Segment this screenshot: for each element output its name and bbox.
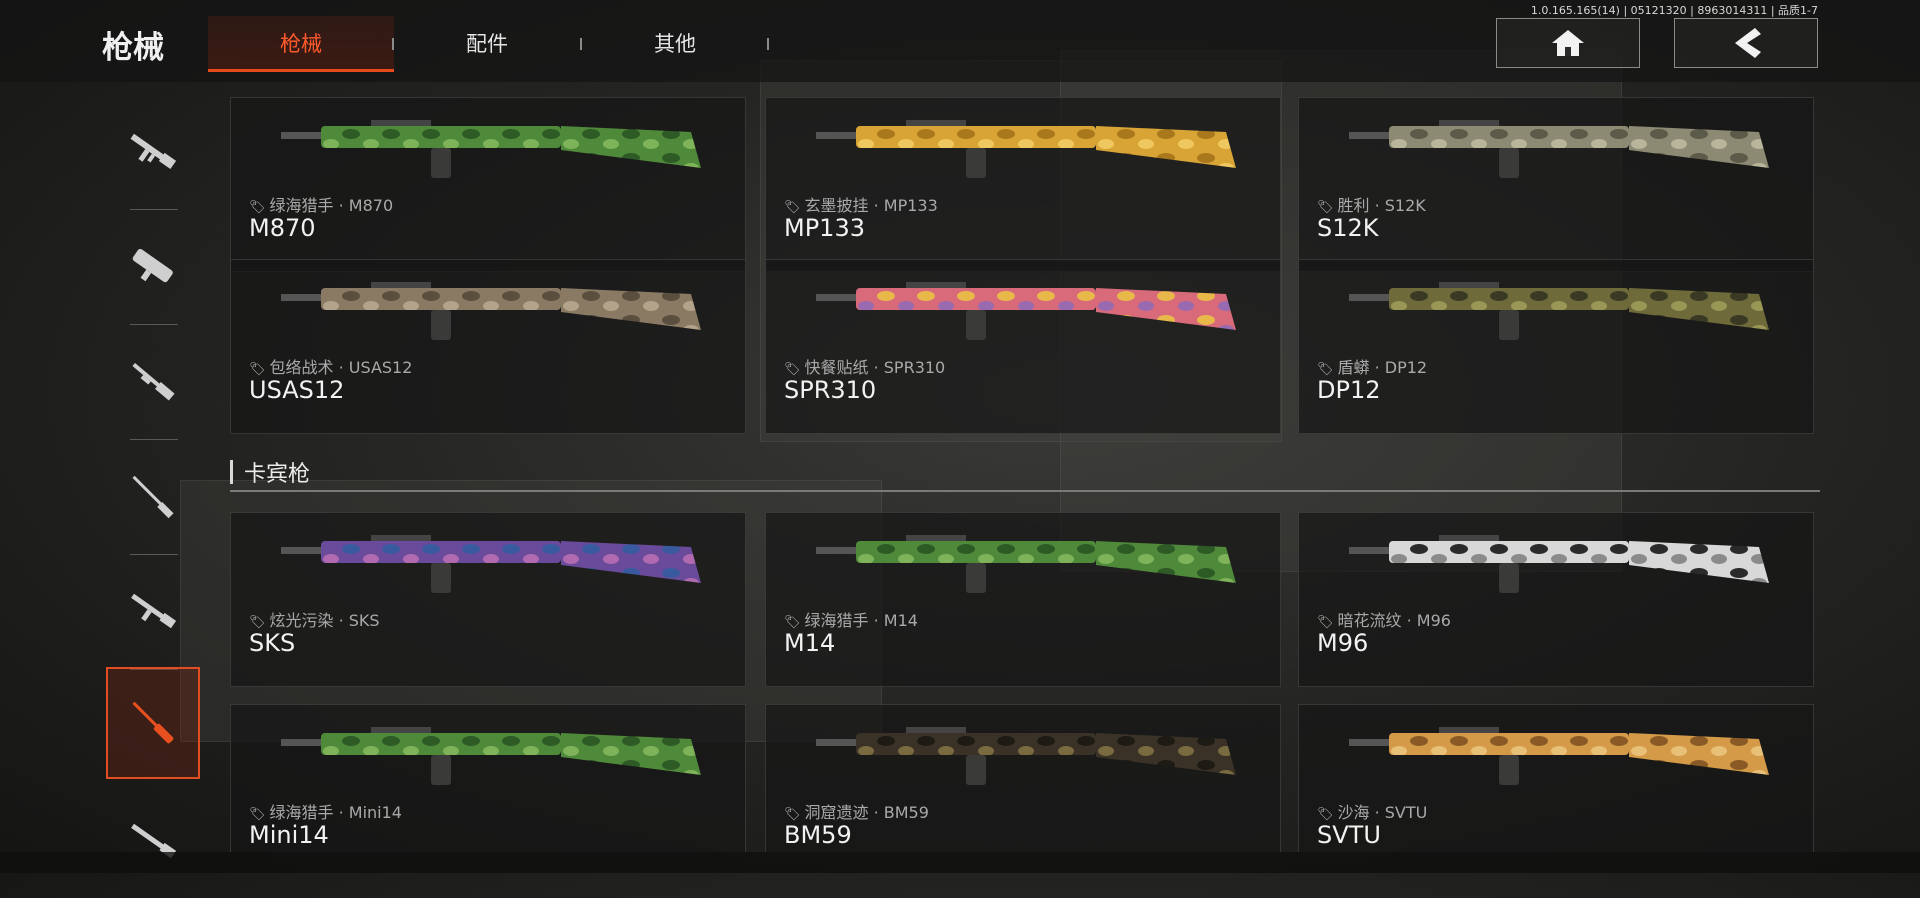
assault-rifle-icon [130, 133, 177, 170]
home-icon [1552, 30, 1584, 56]
sidebar-divider [130, 554, 178, 555]
tab-label: 枪械 [280, 32, 322, 56]
tab-other[interactable]: 其他 [582, 16, 768, 72]
bottom-edge [0, 852, 1920, 873]
weapon-name: SVTU [1317, 821, 1381, 849]
section-marker [230, 460, 233, 484]
weapon-name: M14 [784, 629, 836, 657]
sidebar-item-sniper[interactable] [106, 441, 200, 553]
skin-label: 🏷 盾蟒 · DP12 [1317, 354, 1427, 378]
back-button[interactable] [1674, 18, 1818, 68]
weapon-card[interactable]: 🏷 快餐贴纸 · SPR310 SPR310 [765, 259, 1281, 434]
weapon-card[interactable]: 🏷 包络战术 · USAS12 USAS12 [230, 259, 746, 434]
skin-label: 🏷 绿海猎手 · M870 [249, 192, 393, 216]
skin-name: 胜利 · S12K [1337, 196, 1426, 215]
weapon-name: SPR310 [784, 376, 877, 404]
tab-label: 配件 [466, 32, 508, 56]
skin-name: 玄墨披挂 · MP133 [804, 196, 938, 215]
tab-attachments[interactable]: 配件 [394, 16, 580, 72]
skin-name: 暗花流纹 · M96 [1337, 611, 1451, 630]
section-divider [230, 490, 1820, 492]
skin-name: 绿海猎手 · M870 [269, 196, 394, 215]
weapon-name: M96 [1317, 629, 1369, 657]
tag-icon: 🏷 [249, 807, 266, 822]
weapon-card[interactable]: 🏷 绿海猎手 · M14 M14 [765, 512, 1281, 687]
skin-name: 绿海猎手 · Mini14 [269, 803, 402, 822]
top-bar: 枪械 枪械 配件 其他 1.0.165.165(14) | 05121320 |… [0, 0, 1920, 82]
sidebar-item-marksman-rifle[interactable] [106, 667, 200, 779]
skin-name: 炫光污染 · SKS [269, 611, 380, 630]
back-chevron-icon [1735, 28, 1761, 58]
section-title: 卡宾枪 [244, 462, 311, 487]
skin-label: 🏷 绿海猎手 · Mini14 [249, 799, 402, 823]
tag-icon: 🏷 [784, 200, 801, 215]
weapon-category-sidebar [100, 96, 208, 859]
skin-label: 🏷 玄墨披挂 · MP133 [784, 192, 938, 216]
tag-icon: 🏷 [784, 807, 801, 822]
sidebar-item-battle-rifle[interactable] [106, 556, 200, 668]
weapon-card[interactable]: 🏷 盾蟒 · DP12 DP12 [1298, 259, 1814, 434]
tag-icon: 🏷 [784, 362, 801, 377]
tab-guns[interactable]: 枪械 [208, 16, 394, 72]
weapon-name: M870 [249, 214, 316, 242]
weapon-name: BM59 [784, 821, 852, 849]
weapon-card[interactable]: 🏷 绿海猎手 · M870 M870 [230, 97, 746, 272]
tag-icon: 🏷 [249, 362, 266, 377]
tag-icon: 🏷 [249, 200, 266, 215]
sidebar-item-shotgun[interactable] [106, 326, 200, 438]
weapon-name: Mini14 [249, 821, 329, 849]
weapon-card[interactable]: 🏷 玄墨披挂 · MP133 MP133 [765, 97, 1281, 272]
tag-icon: 🏷 [1317, 200, 1334, 215]
skin-label: 🏷 绿海猎手 · M14 [784, 607, 918, 631]
tag-icon: 🏷 [1317, 362, 1334, 377]
weapon-name: USAS12 [249, 376, 345, 404]
skin-label: 🏷 包络战术 · USAS12 [249, 354, 412, 378]
skin-label: 🏷 洞窟遗迹 · BM59 [784, 799, 929, 823]
skin-label: 🏷 暗花流纹 · M96 [1317, 607, 1451, 631]
marksman-rifle-icon [132, 701, 174, 744]
weapon-card[interactable]: 🏷 洞窟遗迹 · BM59 BM59 [765, 704, 1281, 852]
shotgun-icon [132, 362, 175, 401]
skin-label: 🏷 沙海 · SVTU [1317, 799, 1427, 823]
skin-label: 🏷 炫光污染 · SKS [249, 607, 380, 631]
weapon-card[interactable]: 🏷 炫光污染 · SKS SKS [230, 512, 746, 687]
tag-icon: 🏷 [249, 615, 266, 630]
sidebar-item-assault-rifle[interactable] [106, 96, 200, 208]
tab-label: 其他 [654, 32, 696, 56]
page-title: 枪械 [102, 30, 164, 66]
sidebar-item-smg[interactable] [106, 211, 200, 323]
skin-label: 🏷 快餐贴纸 · SPR310 [784, 354, 945, 378]
weapon-card[interactable]: 🏷 绿海猎手 · Mini14 Mini14 [230, 704, 746, 852]
sidebar-divider [130, 324, 178, 325]
skin-name: 快餐贴纸 · SPR310 [804, 358, 946, 377]
weapon-name: SKS [249, 629, 296, 657]
weapon-name: DP12 [1317, 376, 1381, 404]
home-button[interactable] [1496, 18, 1640, 68]
weapon-card[interactable]: 🏷 暗花流纹 · M96 M96 [1298, 512, 1814, 687]
tag-icon: 🏷 [1317, 807, 1334, 822]
tab-divider [767, 38, 769, 50]
sidebar-divider [130, 209, 178, 210]
skin-name: 绿海猎手 · M14 [804, 611, 918, 630]
skin-name: 包络战术 · USAS12 [269, 358, 413, 377]
skin-label: 🏷 胜利 · S12K [1317, 192, 1426, 216]
weapon-name: S12K [1317, 214, 1379, 242]
weapon-card[interactable]: 🏷 沙海 · SVTU SVTU [1298, 704, 1814, 852]
weapon-card[interactable]: 🏷 胜利 · S12K S12K [1298, 97, 1814, 272]
battle-rifle-icon [131, 593, 177, 629]
tag-icon: 🏷 [784, 615, 801, 630]
skin-name: 洞窟遗迹 · BM59 [804, 803, 929, 822]
sidebar-divider [130, 439, 178, 440]
sniper-rifle-icon [132, 475, 174, 519]
weapon-name: MP133 [784, 214, 865, 242]
weapon-grid: 🏷 绿海猎手 · M870 M870 🏷 玄墨披挂 · MP133 MP133 🏷 胜… [230, 82, 1822, 852]
skin-name: 盾蟒 · DP12 [1337, 358, 1428, 377]
skin-name: 沙海 · SVTU [1337, 803, 1428, 822]
tag-icon: 🏷 [1317, 615, 1334, 630]
sidebar-item-rifle[interactable] [106, 786, 200, 898]
build-info: 1.0.165.165(14) | 05121320 | 8963014311 … [1530, 4, 1818, 17]
smg-icon [132, 249, 173, 283]
